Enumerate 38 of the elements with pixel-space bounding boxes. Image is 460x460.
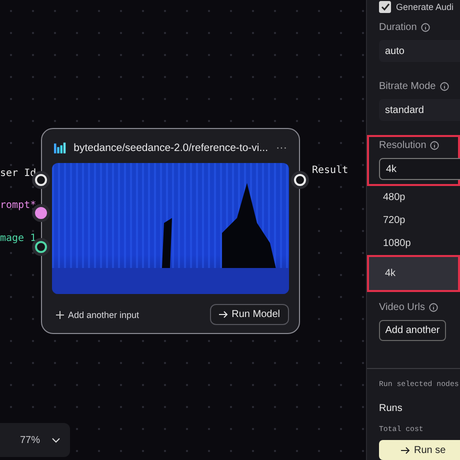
select-field[interactable]: auto (379, 40, 460, 62)
field-label: Video Urls (379, 302, 425, 312)
info-icon (428, 302, 438, 312)
more-menu-button[interactable]: ··· (276, 142, 287, 154)
arrow-right-icon (401, 446, 410, 454)
port-label: Result (312, 165, 348, 176)
input-port[interactable] (35, 241, 47, 253)
model-node[interactable]: bytedance/seedance-2.0/reference-to-vi... ··· Add another input Run Model (41, 128, 300, 334)
field-label: Duration (379, 22, 417, 32)
node-title: bytedance/seedance-2.0/reference-to-vi... (74, 142, 268, 154)
dropdown-option[interactable]: 4k (367, 255, 460, 292)
chevron-down-icon (52, 438, 60, 442)
dropdown-option[interactable]: 720p (367, 209, 460, 232)
plus-icon (56, 310, 64, 318)
add-input-button[interactable]: Add another input (52, 310, 144, 320)
input-port[interactable] (35, 207, 47, 219)
run-model-button[interactable]: Run Model (210, 304, 289, 325)
output-port[interactable] (294, 174, 306, 186)
zoom-control[interactable]: 77% (0, 423, 70, 457)
select-field[interactable]: standard (379, 99, 460, 121)
bar-chart-icon (54, 142, 66, 154)
info-icon (430, 140, 440, 150)
field-label: Bitrate Mode (379, 80, 436, 92)
dropdown-option[interactable]: 480p (367, 186, 460, 209)
select-field[interactable]: 4k (379, 158, 460, 180)
add-another-button[interactable]: Add another (379, 320, 446, 341)
arrow-right-icon (218, 311, 228, 318)
field-label: Resolution (379, 140, 426, 150)
checkbox[interactable] (379, 1, 391, 13)
run-selected-button[interactable]: Run se (379, 440, 460, 460)
zoom-value: 77% (20, 434, 40, 446)
info-icon (440, 82, 449, 90)
info-icon (420, 22, 430, 32)
runs-label: Runs (379, 403, 404, 414)
dropdown-option[interactable]: 1080p (367, 232, 460, 255)
port-label: mage 1 (0, 233, 36, 244)
checkbox-label: Generate Audi (396, 2, 454, 12)
port-label: rompt* (0, 200, 36, 211)
